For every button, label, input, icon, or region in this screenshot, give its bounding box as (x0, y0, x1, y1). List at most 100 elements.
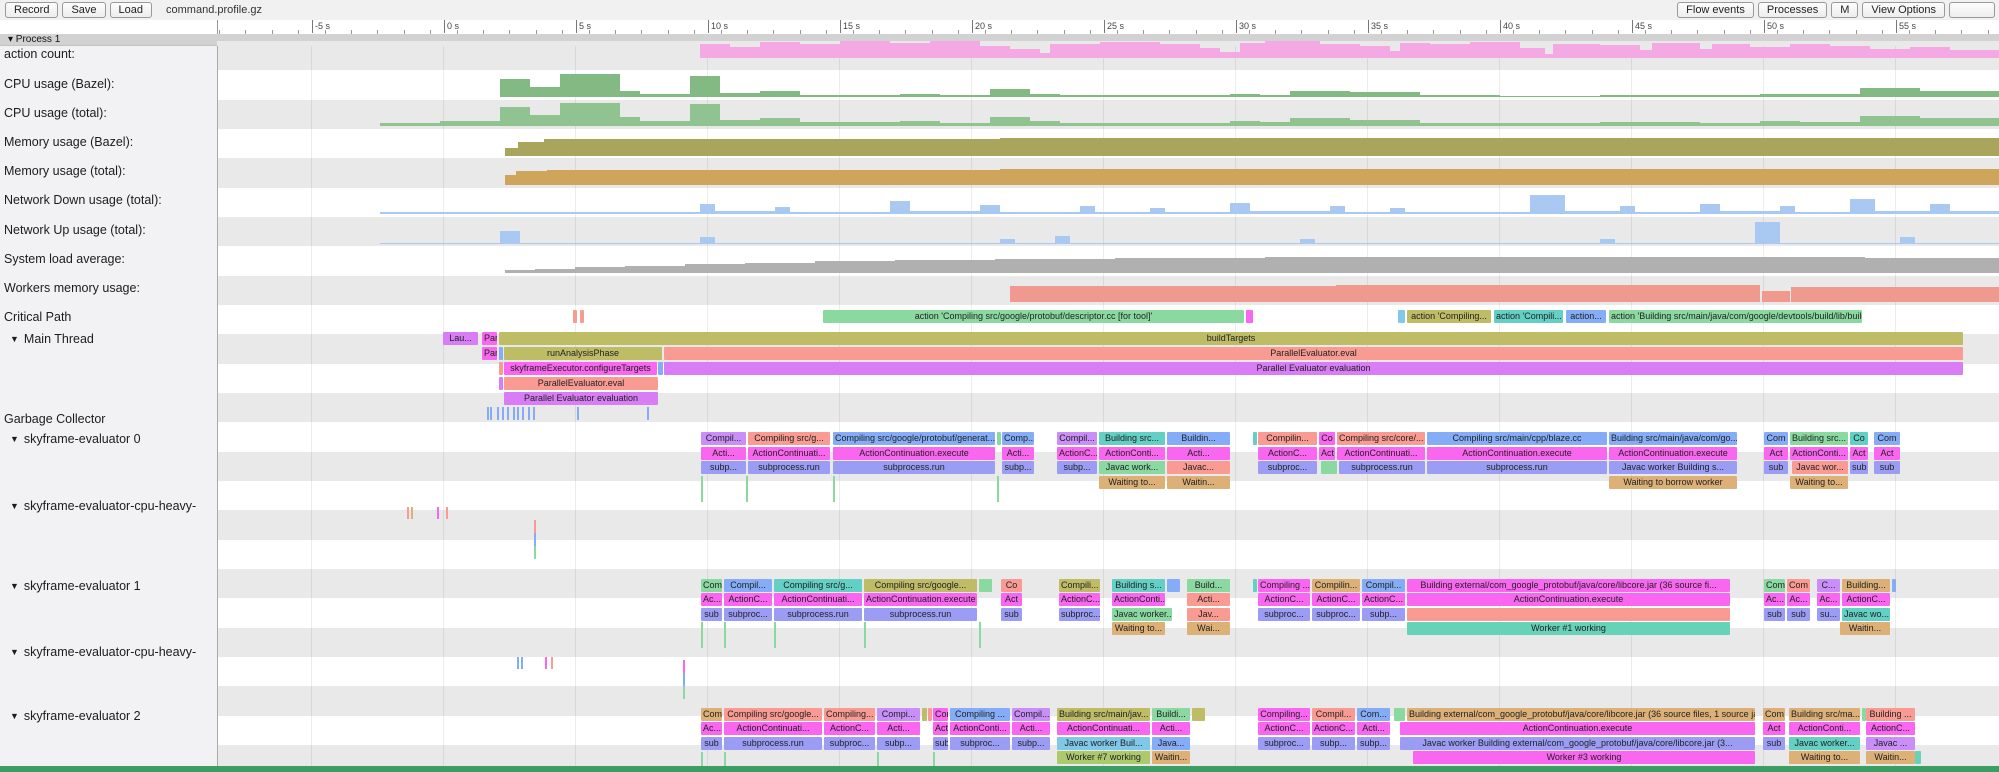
trace-event-bar-skyframe-evaluator-0[interactable]: Javac work... (1099, 461, 1165, 474)
trace-event-tick-garbage-collector[interactable] (528, 407, 530, 420)
trace-event-bar-main-thread[interactable]: Par (482, 347, 497, 360)
trace-event-bar-skyframe-evaluator-1[interactable]: Building external/com_google_protobuf/ja… (1407, 579, 1730, 592)
trace-event-bar-skyframe-evaluator-1[interactable]: Ac... (1817, 593, 1840, 606)
trace-event-bar-skyframe-evaluator-1[interactable]: Com (701, 579, 722, 592)
trace-event-bar-skyframe-evaluator-0[interactable]: Compiling src/g... (748, 432, 830, 445)
trace-event-bar-skyframe-evaluator-2[interactable]: Compil... (1312, 708, 1355, 721)
trace-event-bar-skyframe-evaluator-2[interactable]: Act (933, 722, 948, 735)
trace-event-tick-skyframe-evaluator-0[interactable] (701, 476, 703, 502)
bottom-scroll-strip[interactable] (0, 766, 1999, 772)
thread-label-skyframe-evaluator-0[interactable]: ▼skyframe-evaluator 0 (10, 432, 141, 446)
trace-event-bar-skyframe-evaluator-0[interactable]: Compil... (1057, 432, 1097, 445)
trace-event-tick-skyframe-evaluator-cpu-heavy-2[interactable] (517, 657, 519, 669)
trace-event-bar-skyframe-evaluator-2[interactable]: Ac... (701, 722, 722, 735)
trace-event-bar-skyframe-evaluator-1[interactable]: sub (1764, 608, 1785, 621)
collapse-triangle-icon[interactable]: ▼ (10, 501, 19, 511)
trace-event-bar-skyframe-evaluator-2[interactable]: Com (701, 708, 722, 721)
trace-event-bar-skyframe-evaluator-2[interactable]: ActionC... (1866, 722, 1915, 735)
trace-event-bar-skyframe-evaluator-1[interactable]: Compiling src/g... (774, 579, 862, 592)
trace-event-bar-skyframe-evaluator-2[interactable]: Acti... (1012, 722, 1050, 735)
trace-event-bar-skyframe-evaluator-0[interactable]: Javac... (1167, 461, 1230, 474)
trace-event-bar-skyframe-evaluator-2[interactable]: subp... (877, 737, 920, 750)
toolbar-button-view-options[interactable]: View Options (1862, 2, 1945, 18)
trace-event-bar-critical-path[interactable]: action 'Compiling src/google/protobuf/de… (823, 310, 1244, 323)
trace-event-bar-skyframe-evaluator-2[interactable]: ActionC... (1258, 722, 1310, 735)
trace-event-bar-skyframe-evaluator-1[interactable]: ActionContinuati... (774, 593, 862, 606)
trace-event-bar-skyframe-evaluator-1[interactable]: Compiling ... (1258, 579, 1310, 592)
trace-event-bar-skyframe-evaluator-0[interactable] (1321, 461, 1337, 474)
trace-event-bar-skyframe-evaluator-2[interactable]: ActionConti... (1789, 722, 1860, 735)
toolbar-button-extra[interactable] (1949, 2, 1995, 18)
trace-event-bar-skyframe-evaluator-1[interactable] (1253, 579, 1257, 592)
trace-event-bar-skyframe-evaluator-1[interactable]: subp... (1362, 608, 1405, 621)
trace-event-bar-skyframe-evaluator-2[interactable]: Javac ... (1866, 737, 1915, 750)
trace-event-bar-main-thread[interactable]: ParallelEvaluator.eval (664, 347, 1963, 360)
trace-event-bar-skyframe-evaluator-0[interactable]: ActionContinuation.execute (833, 447, 995, 460)
trace-event-bar-skyframe-evaluator-0[interactable]: subprocess.run (833, 461, 995, 474)
trace-event-bar-skyframe-evaluator-1[interactable]: Compili... (1059, 579, 1100, 592)
trace-event-bar-skyframe-evaluator-2[interactable]: subproc... (824, 737, 875, 750)
trace-event-bar-skyframe-evaluator-1[interactable]: ActionC... (1059, 593, 1100, 606)
trace-event-tick-skyframe-evaluator-cpu-heavy-2[interactable] (683, 660, 685, 673)
toolbar-button-m[interactable]: M (1831, 2, 1858, 18)
trace-event-bar-skyframe-evaluator-0[interactable]: ActionContinuation.execute (1427, 447, 1607, 460)
trace-event-bar-skyframe-evaluator-1[interactable]: subprocess.run (774, 608, 862, 621)
trace-event-bar-skyframe-evaluator-2[interactable]: Waitin... (1152, 751, 1190, 764)
trace-event-bar-skyframe-evaluator-1[interactable]: Act (1001, 593, 1022, 606)
trace-event-bar-skyframe-evaluator-2[interactable]: Buildi... (1152, 708, 1190, 721)
trace-event-bar-skyframe-evaluator-2[interactable]: Compiling ... (950, 708, 1010, 721)
trace-event-bar-skyframe-evaluator-0[interactable]: Com (1874, 432, 1900, 445)
trace-event-bar-skyframe-evaluator-2[interactable]: subp... (1312, 737, 1355, 750)
trace-event-tick-skyframe-evaluator-1[interactable] (774, 622, 776, 648)
trace-event-tick-garbage-collector[interactable] (533, 407, 535, 420)
trace-event-bar-skyframe-evaluator-0[interactable]: ActionC... (1057, 447, 1097, 460)
trace-event-tick-skyframe-evaluator-1[interactable] (701, 622, 703, 648)
collapse-triangle-icon[interactable]: ▼ (10, 711, 19, 721)
trace-event-bar-skyframe-evaluator-1[interactable]: ActionC... (1312, 593, 1360, 606)
trace-event-bar-skyframe-evaluator-0[interactable]: Compiling src/main/cpp/blaze.cc (1427, 432, 1607, 445)
trace-event-bar-skyframe-evaluator-0[interactable]: ActionContinuati... (748, 447, 830, 460)
trace-event-bar-main-thread[interactable] (499, 347, 503, 360)
trace-event-bar-skyframe-evaluator-0[interactable]: Waiting to... (1099, 476, 1165, 489)
trace-event-bar-skyframe-evaluator-1[interactable]: Build... (1187, 579, 1230, 592)
trace-event-bar-skyframe-evaluator-1[interactable]: ActionC... (1258, 593, 1310, 606)
trace-event-bar-skyframe-evaluator-2[interactable]: Building external/com_google_protobuf/ja… (1407, 708, 1755, 721)
trace-event-bar-skyframe-evaluator-1[interactable]: Javac worker... (1112, 608, 1172, 621)
trace-event-bar-skyframe-evaluator-1[interactable]: Com (1787, 579, 1810, 592)
trace-event-bar-skyframe-evaluator-0[interactable]: sub (1764, 461, 1788, 474)
trace-event-bar-skyframe-evaluator-2[interactable] (922, 708, 927, 721)
trace-event-tick-garbage-collector[interactable] (577, 407, 579, 420)
trace-event-bar-skyframe-evaluator-0[interactable]: Javac wor... (1792, 461, 1848, 474)
trace-event-bar-skyframe-evaluator-2[interactable]: Com (933, 708, 948, 721)
trace-event-bar-skyframe-evaluator-0[interactable]: ActionConti... (1790, 447, 1848, 460)
trace-event-bar-skyframe-evaluator-2[interactable]: Waiting to... (1789, 751, 1860, 764)
trace-event-bar-skyframe-evaluator-2[interactable]: ActionContinuation.execute (1400, 722, 1755, 735)
trace-event-bar-skyframe-evaluator-0[interactable]: Compiling src/core/... (1337, 432, 1425, 445)
trace-event-tick-skyframe-evaluator-cpu-heavy-2[interactable] (521, 657, 523, 669)
trace-event-bar-skyframe-evaluator-1[interactable] (1892, 579, 1896, 592)
trace-event-tick-garbage-collector[interactable] (487, 407, 489, 420)
trace-event-bar-skyframe-evaluator-1[interactable]: C... (1817, 579, 1840, 592)
trace-event-bar-skyframe-evaluator-0[interactable]: Javac worker Building s... (1609, 461, 1737, 474)
trace-event-tick-skyframe-evaluator-cpu-heavy-1[interactable] (437, 507, 439, 519)
trace-event-bar-skyframe-evaluator-0[interactable]: ActionContinuati... (1337, 447, 1425, 460)
trace-event-bar-skyframe-evaluator-2[interactable]: subprocess.run (724, 737, 822, 750)
thread-label-skyframe-evaluator-1[interactable]: ▼skyframe-evaluator 1 (10, 579, 141, 593)
trace-event-tick-skyframe-evaluator-1[interactable] (979, 622, 981, 648)
trace-event-bar-skyframe-evaluator-2[interactable]: Javac worker Buil... (1057, 737, 1150, 750)
trace-event-bar-skyframe-evaluator-0[interactable]: Act (1850, 447, 1868, 460)
trace-event-bar-skyframe-evaluator-1[interactable]: Javac wo... (1842, 608, 1890, 621)
trace-event-bar-skyframe-evaluator-0[interactable]: Buildin... (1167, 432, 1230, 445)
trace-event-tick-skyframe-evaluator-cpu-heavy-2[interactable] (683, 686, 685, 699)
trace-event-tick-garbage-collector[interactable] (490, 407, 492, 420)
trace-event-bar-skyframe-evaluator-1[interactable]: subproc... (1059, 608, 1100, 621)
trace-event-bar-skyframe-evaluator-1[interactable]: Ac... (1764, 593, 1785, 606)
trace-event-bar-skyframe-evaluator-0[interactable]: subproc... (1258, 461, 1317, 474)
trace-event-bar-main-thread[interactable]: Lau... (443, 332, 478, 345)
trace-event-bar-skyframe-evaluator-2[interactable]: Worker #7 working (1057, 751, 1150, 764)
timeline-chart-area[interactable]: action 'Compiling src/google/protobuf/de… (0, 46, 1999, 772)
trace-event-tick-skyframe-evaluator-cpu-heavy-2[interactable] (683, 673, 685, 686)
trace-event-tick-skyframe-evaluator-cpu-heavy-1[interactable] (446, 507, 448, 519)
trace-event-bar-skyframe-evaluator-2[interactable]: Com (1763, 708, 1785, 721)
trace-event-bar-skyframe-evaluator-2[interactable]: subproc... (1258, 737, 1310, 750)
